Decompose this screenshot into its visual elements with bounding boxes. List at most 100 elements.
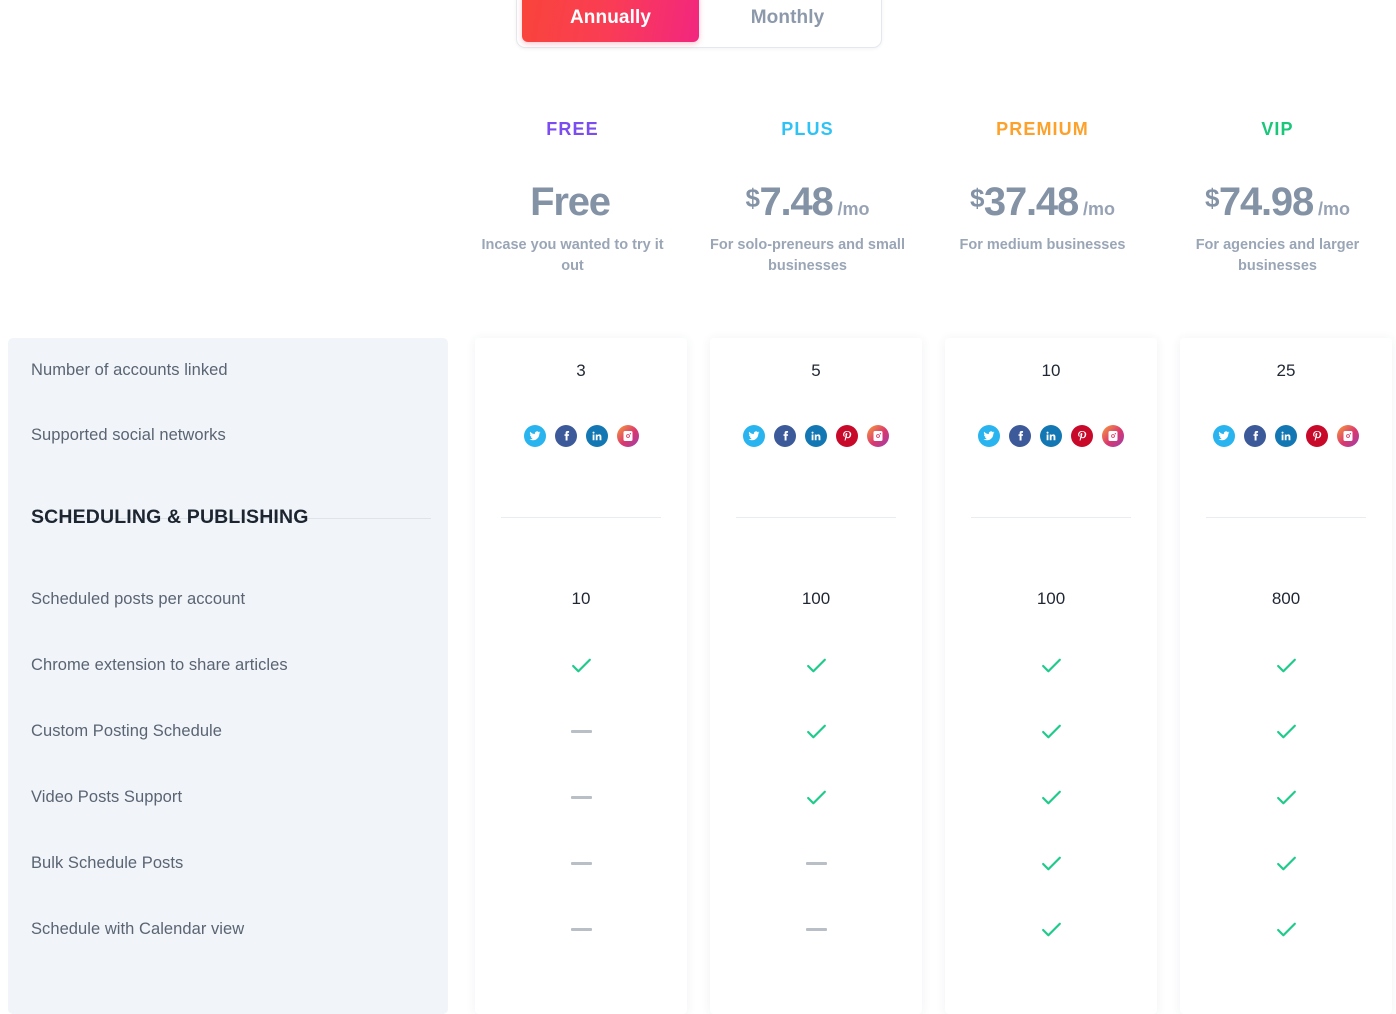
feature-value: 100 [1036,589,1066,608]
twitter-icon [743,424,765,447]
feature-label-chrome-extension: Chrome extension to share articles [31,655,288,674]
pinterest-icon [1306,424,1328,447]
pinterest-icon [1071,424,1093,447]
section-spacer [1180,468,1392,566]
linkedin-icon [585,424,608,447]
supported-networks-cell [1180,403,1392,468]
billing-period-toggle[interactable]: Annually Monthly [516,0,882,48]
plan-amount-free: Free [530,180,611,224]
dash-icon [570,927,592,931]
twitter-icon [523,424,546,447]
feature-included-cell [1180,698,1392,764]
facebook-icon [554,424,577,447]
feature-included-cell [945,830,1157,896]
plan-header-free: FREE Free Incase you wanted to try it ou… [455,120,690,277]
plan-header-premium: PREMIUM $ 37.48 /mo For medium businesse… [925,120,1160,277]
plan-period-vip: /mo [1318,199,1351,219]
feature-excluded-cell [710,896,922,962]
plan-price-plus: $ 7.48 /mo [690,182,925,222]
plan-currency-premium: $ [969,183,984,213]
social-icon-group [743,424,889,447]
feature-value: 25 [1276,360,1296,380]
linkedin-icon [805,424,827,447]
plan-amount-premium: 37.48 [983,180,1079,224]
feature-value: 800 [1271,589,1301,608]
feature-excluded-cell [475,896,687,962]
plan-description-free: Incase you wanted to try it out [481,237,664,275]
plan-column-plus: 5 100 [710,338,922,1014]
feature-value: 5 [811,360,821,380]
feature-label-supported-networks: Supported social networks [31,426,226,444]
column-divider [971,516,1131,518]
plan-amount-vip: 74.98 [1218,180,1314,224]
facebook-icon [1009,424,1031,447]
instagram-icon [867,424,889,447]
check-icon [1039,653,1064,678]
social-icon-group [978,424,1124,447]
feature-comparison-table: Number of accounts linked Supported soci… [0,338,1396,1014]
feature-label-video-posts-support: Video Posts Support [31,787,183,806]
feature-value: 10 [571,589,591,608]
feature-label-custom-posting-schedule: Custom Posting Schedule [31,721,223,740]
check-icon [804,785,829,810]
plan-column-free: 3 10 [475,338,687,1014]
feature-included-cell [475,632,687,698]
feature-excluded-cell [710,830,922,896]
plan-description-vip: For agencies and larger businesses [1195,237,1360,275]
plan-headers: FREE Free Incase you wanted to try it ou… [455,120,1396,277]
linkedin-icon [1040,424,1062,447]
twitter-icon [978,424,1000,447]
check-icon [1274,653,1299,678]
feature-included-cell [710,698,922,764]
check-icon [1039,785,1064,810]
supported-networks-cell [945,403,1157,468]
check-icon [804,719,829,744]
pricing-page: Annually Monthly FREE Free Incase you wa… [0,0,1396,1014]
feature-label-accounts-linked: Number of accounts linked [31,361,228,379]
feature-included-cell [945,764,1157,830]
pinterest-icon [836,424,858,447]
instagram-icon [1337,424,1359,447]
plan-price-vip: $ 74.98 /mo [1160,182,1395,222]
feature-included-cell [1180,830,1392,896]
plan-name-vip: VIP [1261,119,1294,139]
feature-included-cell [945,896,1157,962]
linkedin-icon [1275,424,1297,447]
plan-price-free: Free [455,182,690,222]
feature-excluded-cell [475,698,687,764]
check-icon [804,653,829,678]
facebook-icon [1244,424,1266,447]
column-divider [736,516,896,518]
dash-icon [570,795,592,799]
feature-label-list: Number of accounts linked Supported soci… [31,338,431,962]
feature-included-cell [1180,764,1392,830]
feature-included-cell [945,632,1157,698]
plan-name-plus: PLUS [781,119,834,139]
plan-description-plus: For solo-preneurs and small businesses [710,237,905,275]
column-divider [1206,516,1366,518]
dash-icon [805,927,827,931]
social-icon-group [523,424,639,447]
dash-icon [570,861,592,865]
check-icon [1039,917,1064,942]
feature-included-cell [1180,632,1392,698]
facebook-icon [774,424,796,447]
plan-amount-plus: 7.48 [759,180,833,224]
feature-included-cell [710,764,922,830]
check-icon [1274,719,1299,744]
check-icon [569,653,594,678]
check-icon [1039,719,1064,744]
plan-name-free: FREE [546,119,599,139]
social-icon-group [1213,424,1359,447]
check-icon [1274,785,1299,810]
dash-icon [805,861,827,865]
billing-toggle-annually[interactable]: Annually [522,0,699,42]
instagram-icon [1102,424,1124,447]
billing-toggle-monthly[interactable]: Monthly [699,0,876,42]
supported-networks-cell [710,403,922,468]
instagram-icon [616,424,639,447]
feature-included-cell [710,632,922,698]
feature-value: 3 [576,360,586,380]
plan-header-vip: VIP $ 74.98 /mo For agencies and larger … [1160,120,1395,277]
plan-name-premium: PREMIUM [996,119,1089,139]
